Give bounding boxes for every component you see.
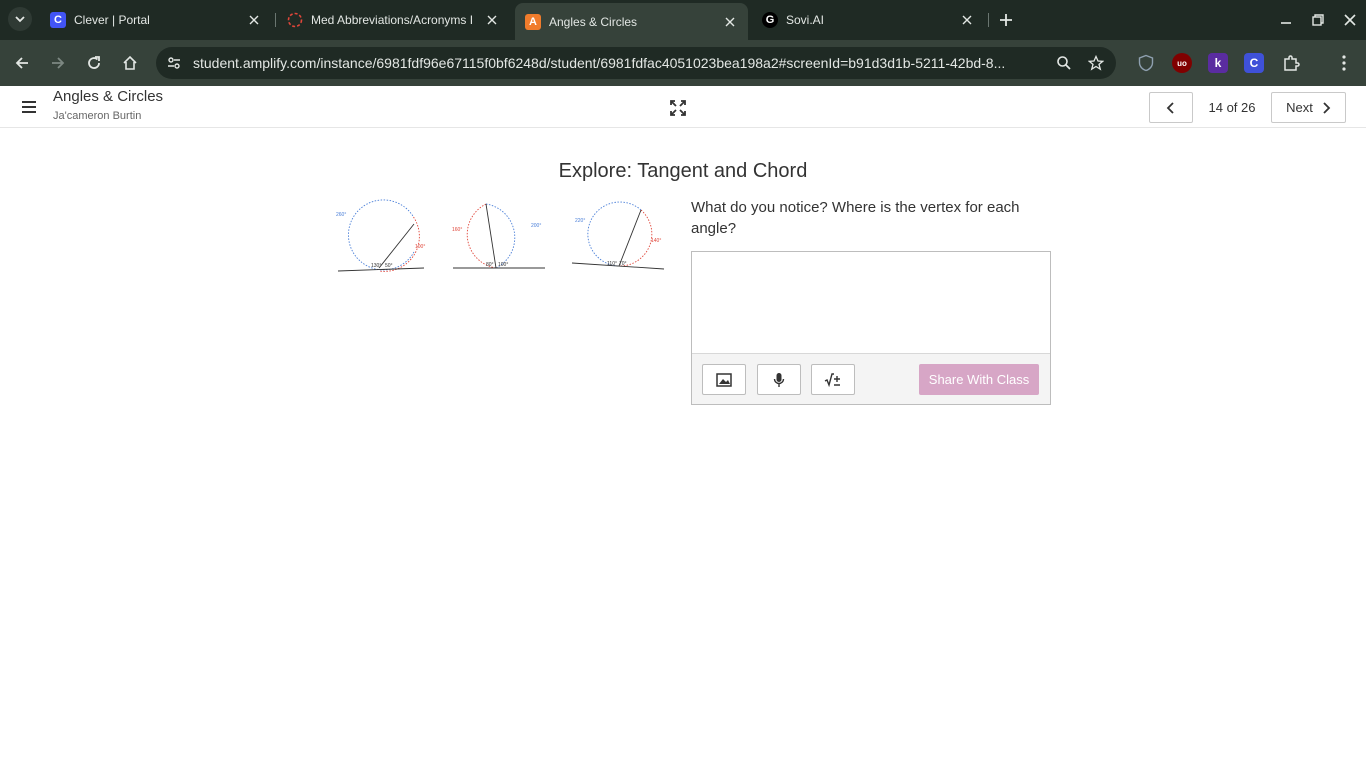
kebab-menu-icon — [1342, 55, 1346, 71]
reload-icon — [88, 56, 100, 69]
back-arrow-icon — [15, 57, 28, 69]
site-info-icon[interactable] — [162, 51, 186, 75]
chevron-right-icon — [1323, 101, 1331, 114]
puzzle-icon — [1284, 55, 1300, 71]
math-editor-button[interactable] — [811, 364, 855, 395]
tab-title: Clever | Portal — [74, 13, 150, 27]
angle-label: 130° — [371, 263, 381, 269]
url-text: student.amplify.com/instance/6981fdf96e6… — [193, 55, 1006, 71]
response-input[interactable] — [692, 252, 1050, 353]
arc-label: 140° — [651, 238, 661, 244]
arc-label: 220° — [575, 218, 585, 224]
next-screen-button[interactable]: Next — [1271, 92, 1346, 123]
zoom-icon[interactable] — [1052, 51, 1076, 75]
insert-image-button[interactable] — [702, 364, 746, 395]
arc-label: 200° — [531, 223, 541, 229]
next-label: Next — [1286, 100, 1313, 115]
microphone-icon — [773, 372, 785, 387]
forward-arrow-icon — [52, 57, 65, 69]
minimize-button[interactable] — [1271, 6, 1301, 34]
browser-tab[interactable]: G Sovi.AI — [752, 4, 985, 36]
browser-tab[interactable]: Med Abbreviations/Acronyms I — [277, 4, 510, 36]
tab-title: Med Abbreviations/Acronyms I — [311, 13, 474, 27]
circle-figure-3: 220° 140° 110° 70° — [571, 201, 665, 270]
tab-title: Sovi.AI — [786, 13, 825, 27]
image-icon — [716, 372, 732, 387]
lesson-title: Angles & Circles — [53, 88, 164, 105]
back-button[interactable] — [8, 49, 36, 77]
home-icon — [123, 55, 137, 70]
record-audio-button[interactable] — [757, 364, 801, 395]
new-tab-button[interactable] — [994, 8, 1018, 32]
browser-tabstrip: C Clever | Portal Med Abbreviations/Acro… — [0, 0, 1366, 40]
chevron-left-icon — [1166, 101, 1174, 114]
restore-button[interactable] — [1303, 6, 1333, 34]
amplify-icon: A — [525, 13, 541, 30]
arc-label: 260° — [336, 212, 346, 218]
previous-screen-button[interactable] — [1149, 92, 1193, 123]
minimize-icon — [1281, 22, 1291, 24]
student-name: Ja'cameron Burtin — [53, 110, 142, 122]
bookmark-star-icon[interactable] — [1084, 51, 1108, 75]
close-icon — [1344, 14, 1356, 26]
question-prompt: What do you notice? Where is the vertex … — [691, 199, 1020, 237]
arc-label: 100° — [415, 244, 425, 250]
reload-button[interactable] — [80, 49, 108, 77]
loading-spinner-icon — [287, 12, 303, 28]
math-icon — [824, 372, 840, 387]
circle-figure-1: 260° 100° 130° 50° — [336, 199, 425, 272]
tangent-chord-figures: 260° 100° 130° 50° 160° 200° 80° 100° 22… — [336, 199, 665, 272]
address-bar[interactable]: student.amplify.com/instance/6981fdf96e6… — [156, 47, 1116, 79]
chevron-down-icon — [15, 16, 25, 23]
screen-title: Explore: Tangent and Chord — [558, 160, 808, 182]
forward-button[interactable] — [44, 49, 72, 77]
share-with-class-button[interactable]: Share With Class — [919, 364, 1039, 395]
browser-menu-button[interactable] — [1330, 49, 1358, 77]
close-window-button[interactable] — [1335, 6, 1365, 34]
screen-counter: 14 of 26 — [1208, 100, 1256, 115]
kami-icon[interactable]: k — [1208, 53, 1228, 73]
restore-icon — [1312, 14, 1324, 26]
extensions-button[interactable] — [1277, 49, 1305, 77]
close-tab-icon[interactable] — [484, 12, 500, 28]
close-tab-icon[interactable] — [959, 12, 975, 28]
expand-icon — [670, 100, 686, 116]
tab-title: Angles & Circles — [549, 14, 638, 29]
clever-ext-icon[interactable]: C — [1244, 53, 1264, 73]
tab-search-button[interactable] — [8, 7, 32, 31]
arc-label: 160° — [452, 227, 462, 233]
angle-label: 50° — [385, 263, 393, 269]
tab-separator — [275, 13, 276, 27]
hamburger-menu-icon[interactable] — [22, 98, 42, 116]
browser-toolbar: student.amplify.com/instance/6981fdf96e6… — [0, 40, 1366, 86]
response-toolbar: Share With Class — [692, 353, 1050, 404]
angle-label: 110° — [607, 261, 617, 267]
ublock-icon[interactable]: uo — [1172, 53, 1192, 73]
browser-tab[interactable]: C Clever | Portal — [40, 4, 272, 36]
sovi-icon: G — [762, 12, 778, 28]
app-header: Angles & Circles Ja'cameron Burtin 14 of… — [0, 86, 1366, 128]
close-tab-icon[interactable] — [246, 12, 262, 28]
clever-icon: C — [50, 12, 66, 28]
close-tab-icon[interactable] — [722, 14, 738, 30]
home-button[interactable] — [116, 49, 144, 77]
angle-label: 100° — [498, 262, 508, 268]
fullscreen-button[interactable] — [669, 99, 687, 117]
angle-label: 70° — [619, 261, 627, 267]
browser-tab-active[interactable]: A Angles & Circles — [515, 3, 748, 40]
tab-separator — [988, 13, 989, 27]
angle-label: 80° — [486, 262, 494, 268]
response-box: Share With Class — [691, 251, 1051, 405]
plus-icon — [1000, 14, 1012, 26]
circle-figure-2: 160° 200° 80° 100° — [452, 203, 545, 269]
shield-extension-icon[interactable] — [1136, 53, 1156, 73]
